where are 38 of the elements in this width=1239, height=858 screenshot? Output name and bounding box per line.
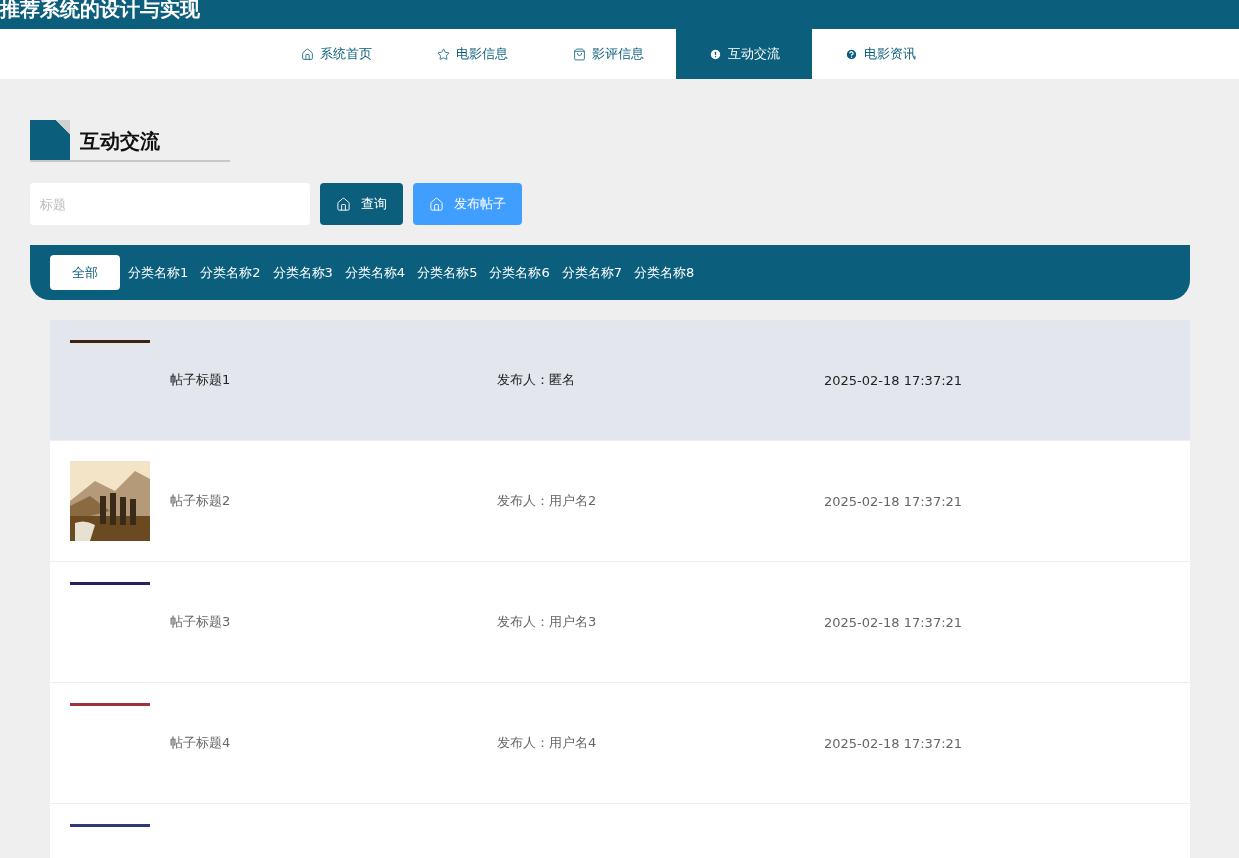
post-author: 发布人：用户名3 <box>497 614 597 629</box>
star-icon <box>436 47 450 61</box>
category-tab[interactable]: 分类名称6 <box>485 255 554 290</box>
category-tab[interactable]: 分类名称8 <box>629 255 699 290</box>
home-icon <box>300 47 314 61</box>
post-time: 2025-02-18 17:37:21 <box>824 735 963 751</box>
post-time: 2025-02-18 17:37:21 <box>824 614 963 630</box>
category-tab[interactable]: 分类名称3 <box>268 255 337 290</box>
category-tab[interactable]: 分类名称7 <box>557 255 626 290</box>
post-title: 帖子标题1 <box>170 372 231 387</box>
nav-tab[interactable]: 电影信息 <box>404 29 540 79</box>
post-title: 帖子标题2 <box>170 493 231 508</box>
post-author: 发布人：匿名 <box>497 372 575 387</box>
section-title: 互动交流 <box>80 128 160 155</box>
post-time: 2025-02-18 17:37:21 <box>824 493 963 509</box>
category-tab[interactable]: 分类名称1 <box>124 255 193 290</box>
nav-tab[interactable]: 系统首页 <box>268 29 404 79</box>
alert-icon <box>708 47 722 61</box>
post-author: 发布人：用户名2 <box>497 493 597 508</box>
post-row[interactable]: 帖子标题1 发布人：匿名 2025-02-18 17:37:21 <box>50 320 1190 441</box>
post-author: 发布人：用户名4 <box>497 735 597 750</box>
home-icon <box>336 196 351 212</box>
category-tab[interactable]: 分类名称4 <box>340 255 410 290</box>
post-time: 2025-02-18 17:37:21 <box>824 372 963 388</box>
heading-mark <box>30 120 70 160</box>
query-button[interactable]: 查询 <box>320 183 403 225</box>
nav-tab[interactable]: 影评信息 <box>540 29 676 79</box>
category-tab[interactable]: 全部 <box>50 255 120 290</box>
nav-tab[interactable]: 电影资讯 <box>812 29 948 79</box>
bag-icon <box>572 47 586 61</box>
category-tab[interactable]: 分类名称2 <box>196 255 265 290</box>
title-search-field[interactable]: 标题 <box>30 183 310 225</box>
post-title: 帖子标题4 <box>170 735 231 750</box>
post-title: 帖子标题3 <box>170 614 231 629</box>
home-icon <box>429 196 444 212</box>
nav-tab[interactable]: 互动交流 <box>676 29 812 79</box>
category-tab[interactable]: 分类名称5 <box>413 255 482 290</box>
help-icon <box>844 47 858 61</box>
